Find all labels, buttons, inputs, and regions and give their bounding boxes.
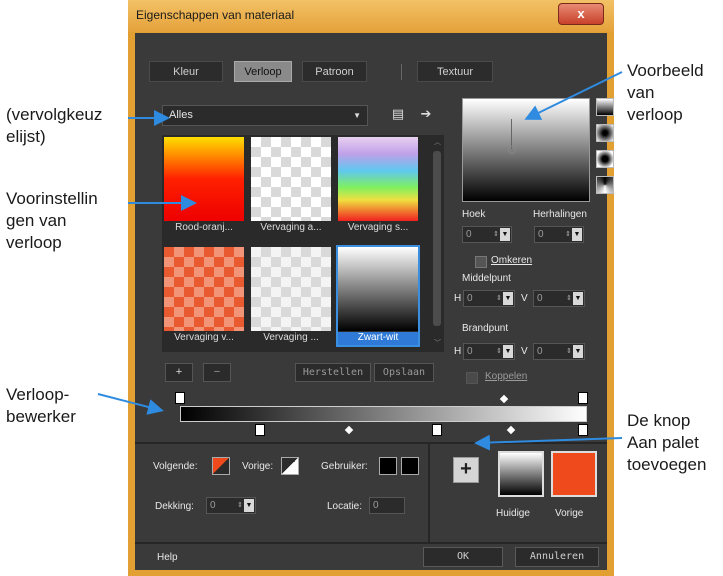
arrow-palette (474, 434, 623, 451)
arrow-editor (97, 393, 164, 415)
arrow-preview (524, 71, 623, 120)
annotation-arrows (97, 71, 623, 451)
